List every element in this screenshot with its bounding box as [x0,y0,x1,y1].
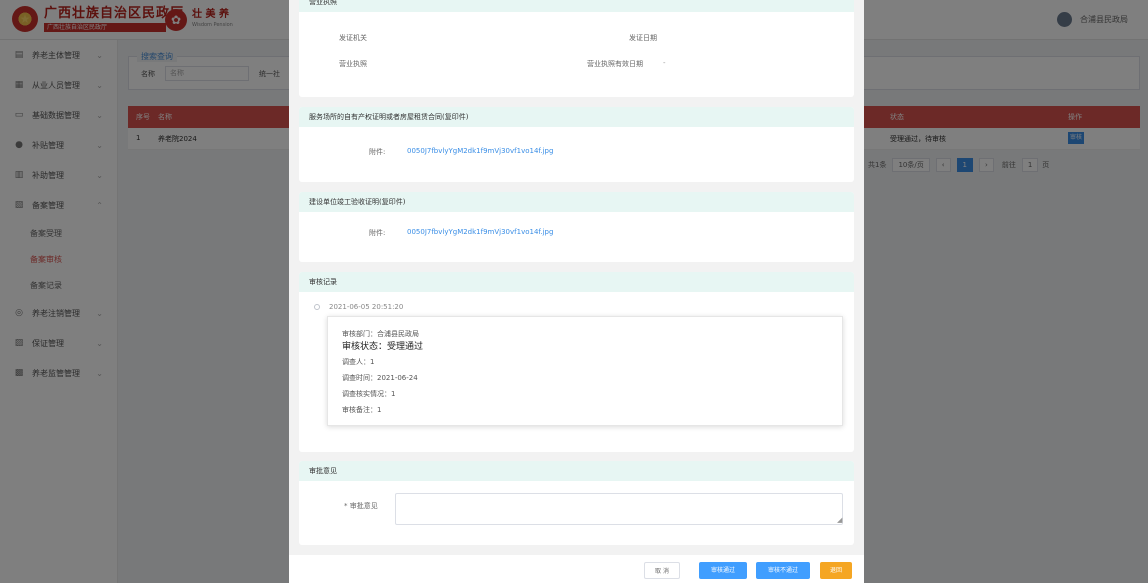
attachment-label: 附件: [369,148,386,156]
approval-remark-label: * 审批意见 [344,502,378,510]
record-status: 审核状态：受理通过 [342,342,424,352]
timeline-dot-icon [314,304,320,310]
review-record-heading: 审核记录 [299,272,854,292]
license-label: 营业执照 [339,60,367,68]
record-surveyor: 调查人：1 [342,358,375,366]
issuer-label: 发证机关 [339,34,367,42]
approval-remark-card: 审批意见 * 审批意见 ◢ [299,461,854,545]
review-record-box: 审核部门：合浦县民政局 审核状态：受理通过 调查人：1 调查时间：2021-06… [327,316,843,426]
review-dialog: 营业执照 发证机关 发证日期 营业执照 营业执照有效日期 - 服务场所的自有产权… [289,0,864,583]
attachment-link[interactable]: 0050J7fbvlyYgM2dk1f9mVj30vf1vo14f.jpg [407,147,553,155]
property-card: 服务场所的自有产权证明或者房屋租赁合同(复印件) 附件: 0050J7fbvly… [299,107,854,182]
acceptance-card: 建设单位竣工验收证明(复印件) 附件: 0050J7fbvlyYgM2dk1f9… [299,192,854,262]
record-survey-time: 调查时间：2021-06-24 [342,374,418,382]
approve-button[interactable]: 审核通过 [699,562,747,579]
reject-button[interactable]: 审核不通过 [756,562,810,579]
license-card: 营业执照 发证机关 发证日期 营业执照 营业执照有效日期 - [299,0,854,97]
timeline-time: 2021-06-05 20:51:20 [329,303,404,311]
review-record-card: 审核记录 2021-06-05 20:51:20 审核部门：合浦县民政局 审核状… [299,272,854,452]
license-validity-label: 营业执照有效日期 [587,60,643,68]
license-validity-value: - [663,59,666,67]
record-survey-status: 调查核实情况：1 [342,390,396,398]
record-dept: 审核部门：合浦县民政局 [342,330,419,338]
dialog-footer: 取 消 审核通过 审核不通过 退回 [289,555,864,583]
acceptance-card-heading: 建设单位竣工验收证明(复印件) [299,192,854,212]
return-button[interactable]: 退回 [820,562,852,579]
property-card-heading: 服务场所的自有产权证明或者房屋租赁合同(复印件) [299,107,854,127]
issue-date-label: 发证日期 [629,34,657,42]
resize-handle-icon[interactable]: ◢ [837,516,852,544]
cancel-button[interactable]: 取 消 [644,562,680,579]
approval-remark-heading: 审批意见 [299,461,854,481]
record-remark: 审核备注：1 [342,406,382,414]
attachment-label: 附件: [369,229,386,237]
attachment-link[interactable]: 0050J7fbvlyYgM2dk1f9mVj30vf1vo14f.jpg [407,228,553,236]
approval-remark-textarea[interactable] [395,493,843,525]
license-card-heading: 营业执照 [299,0,854,12]
